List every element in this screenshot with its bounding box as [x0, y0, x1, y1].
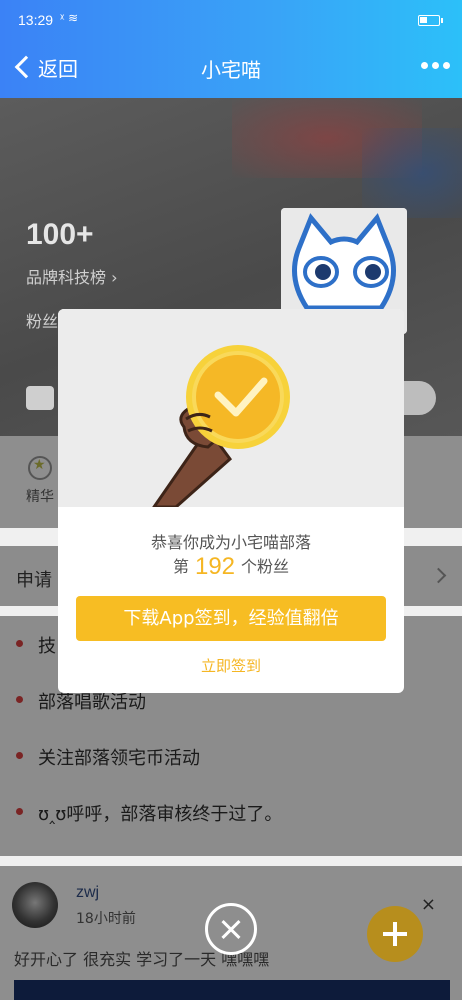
- notice-text: ʊ‸ʊ呼呼，部落审核终于过了。: [38, 804, 283, 825]
- bullet-icon: [16, 808, 23, 815]
- status-bar: 13:29 ᵡ ≋: [0, 0, 462, 36]
- rank-value: 100+: [26, 218, 94, 251]
- download-app-button[interactable]: 下载App签到，经验值翻倍: [76, 596, 386, 641]
- tab-jinghua[interactable]: 精华: [20, 456, 60, 506]
- fans-label: 粉丝: [26, 312, 59, 331]
- close-icon[interactable]: ×: [421, 894, 436, 915]
- profile-card-icon[interactable]: [26, 386, 54, 410]
- fan-rank-prefix: 第: [172, 557, 189, 576]
- dot-icon: [421, 62, 428, 69]
- battery-icon: [418, 15, 443, 26]
- notice-item[interactable]: 关注部落领宅币活动: [0, 728, 462, 784]
- notice-item[interactable]: ʊ‸ʊ呼呼，部落审核终于过了。: [0, 784, 462, 840]
- fan-rank-text: 第 192 个粉丝: [58, 553, 404, 581]
- signin-now-link[interactable]: 立即签到: [58, 655, 404, 676]
- bullet-icon: [16, 696, 23, 703]
- post-timestamp: 18小时前: [76, 911, 136, 927]
- bullet-icon: [16, 752, 23, 759]
- tab-label: 精华: [26, 489, 54, 505]
- congrats-text: 恭喜你成为小宅喵部落: [150, 533, 311, 552]
- signal-icon: ᵡ ≋: [60, 11, 79, 25]
- medal-illustration: [58, 309, 404, 509]
- fan-rank-number: 192: [194, 553, 236, 580]
- nav-bar: 返回 小宅喵: [0, 36, 462, 98]
- notice-text: 关注部落领宅币活动: [38, 748, 200, 769]
- dot-icon: [432, 62, 439, 69]
- post-image[interactable]: [14, 980, 450, 1000]
- apply-label: 申请: [16, 570, 52, 591]
- bullet-icon: [16, 640, 23, 647]
- notice-text: 技: [38, 636, 56, 657]
- close-modal-button[interactable]: [205, 903, 257, 955]
- more-button[interactable]: [421, 62, 450, 69]
- post-username[interactable]: zwj: [76, 884, 99, 902]
- dot-icon: [443, 62, 450, 69]
- avatar[interactable]: [12, 882, 58, 928]
- chevron-right-icon: [430, 567, 447, 584]
- status-time: 13:29: [18, 12, 54, 28]
- signin-modal: 恭喜你成为小宅喵部落 第 192 个粉丝 下载App签到，经验值翻倍 立即签到: [58, 309, 404, 693]
- background-glow: [362, 128, 462, 218]
- page-title: 小宅喵: [201, 58, 261, 82]
- rank-board-link[interactable]: 品牌科技榜 ›: [26, 264, 118, 288]
- star-badge-icon: [28, 456, 52, 480]
- fan-rank-suffix: 个粉丝: [241, 557, 290, 576]
- add-post-button[interactable]: [367, 906, 423, 962]
